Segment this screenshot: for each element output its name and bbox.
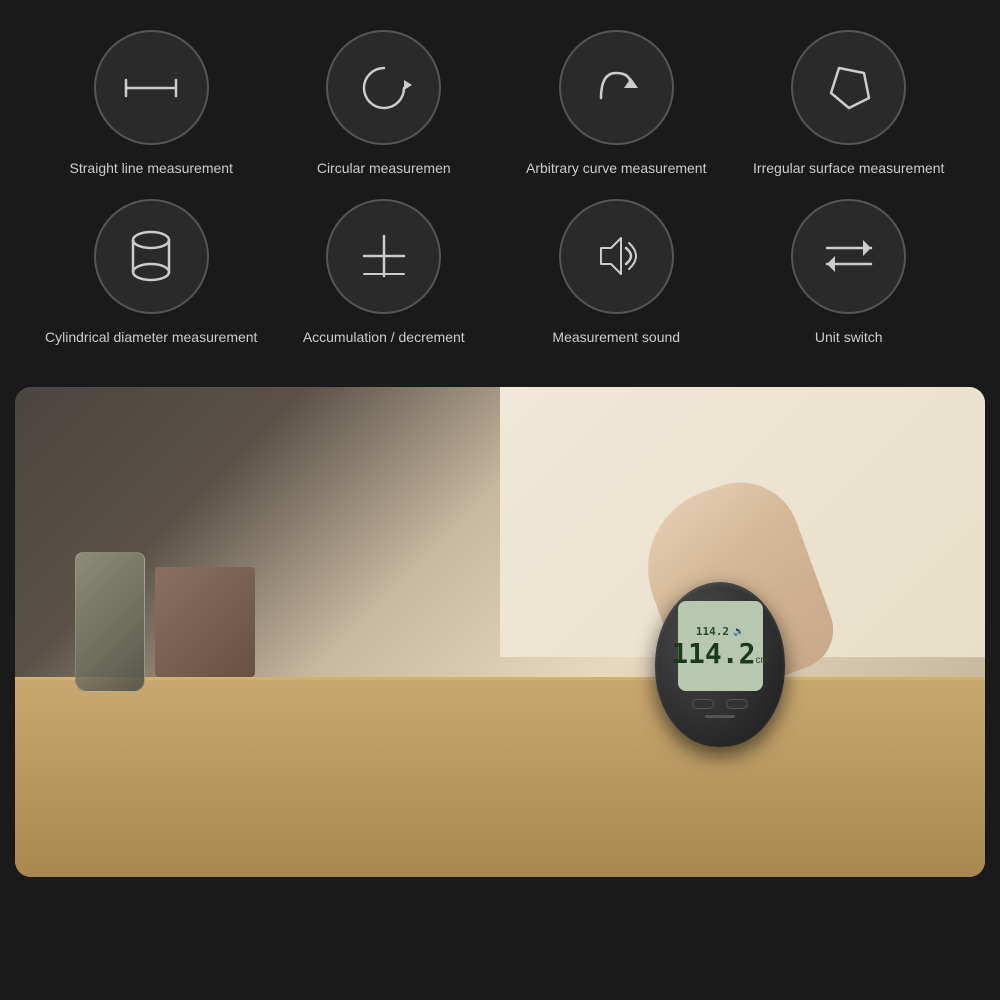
device-screen: 114.2 🔊 114.2 cm xyxy=(678,601,763,691)
feature-unit-switch: Unit switch xyxy=(738,199,961,348)
curve-label: Arbitrary curve measurement xyxy=(526,159,707,179)
feature-straight-line: Straight line measurement xyxy=(40,30,263,179)
cylindrical-circle xyxy=(94,199,209,314)
screen-main-value: 114.2 xyxy=(671,640,755,668)
accumulation-circle xyxy=(326,199,441,314)
product-photo-section: 114.2 🔊 114.2 cm xyxy=(15,387,985,877)
feature-irregular: Irregular surface measurement xyxy=(738,30,961,179)
features-section: Straight line measurement Circular measu… xyxy=(0,0,1000,377)
product-photo: 114.2 🔊 114.2 cm xyxy=(15,387,985,877)
box-object xyxy=(155,567,255,677)
screen-secondary-value: 114.2 xyxy=(696,625,729,638)
feature-circular: Circular measuremen xyxy=(273,30,496,179)
straight-line-circle xyxy=(94,30,209,145)
unit-switch-label: Unit switch xyxy=(815,328,883,348)
device-hand-container: 114.2 🔊 114.2 cm xyxy=(655,582,785,747)
screen-unit: cm xyxy=(755,655,768,666)
feature-sound: Measurement sound xyxy=(505,199,728,348)
device-button-right[interactable] xyxy=(726,699,748,709)
device-buttons xyxy=(692,699,748,709)
app-container: Straight line measurement Circular measu… xyxy=(0,0,1000,877)
irregular-circle xyxy=(791,30,906,145)
feature-accumulation: Accumulation / decrement xyxy=(273,199,496,348)
features-grid: Straight line measurement Circular measu… xyxy=(40,30,960,347)
curve-circle xyxy=(559,30,674,145)
device-button-left[interactable] xyxy=(692,699,714,709)
accumulation-label: Accumulation / decrement xyxy=(303,328,465,348)
device-body: 114.2 🔊 114.2 cm xyxy=(655,582,785,747)
sound-circle xyxy=(559,199,674,314)
irregular-label: Irregular surface measurement xyxy=(753,159,944,179)
circular-circle xyxy=(326,30,441,145)
unit-switch-circle xyxy=(791,199,906,314)
glass-object xyxy=(75,552,145,692)
screen-top-row: 114.2 🔊 xyxy=(696,625,744,638)
device-bottom-indicator xyxy=(705,715,735,718)
table-surface xyxy=(15,677,985,877)
feature-cylindrical: Cylindrical diameter measurement xyxy=(40,199,263,348)
sound-label: Measurement sound xyxy=(552,328,680,348)
feature-curve: Arbitrary curve measurement xyxy=(505,30,728,179)
cylindrical-label: Cylindrical diameter measurement xyxy=(45,328,257,348)
straight-line-label: Straight line measurement xyxy=(70,159,233,179)
sound-indicator-icon: 🔊 xyxy=(733,626,744,637)
circular-label: Circular measuremen xyxy=(317,159,451,179)
